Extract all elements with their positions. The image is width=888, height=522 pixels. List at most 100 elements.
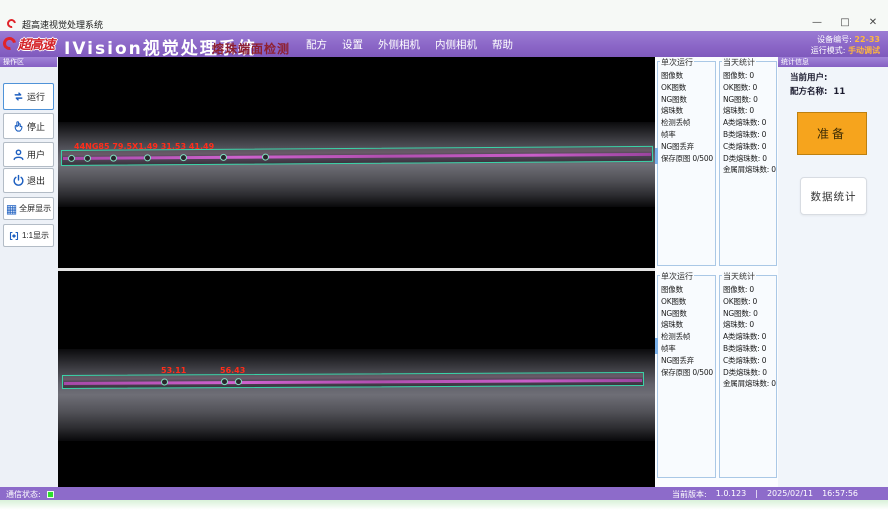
version-value: 1.0.123 [716,489,747,500]
version-label: 当前版本: [672,489,707,500]
groupbox-title: 当天统计 [722,271,756,282]
stat-row: 保存原图 0/500 [661,153,714,165]
today-stats-groupbox: 当天统计 图像数: 0OK图数: 0NG图数: 0熔珠数: 0A类熔珠数: 0B… [719,61,777,266]
stat-row: 金属屑熔珠数: 0 [723,378,775,390]
data-statistics-button[interactable]: 数据统计 [800,177,867,215]
run-button[interactable]: 运行 [3,83,54,110]
recipe-name-label: 配方名称: [790,87,827,97]
single-run-groupbox: 单次运行 图像数OK图数NG图数熔珠数检测丢帧帧率NG图丢弃保存原图 0/500 [657,275,716,478]
brand-swirl-icon [0,34,18,52]
stat-row: 熔珠数: 0 [723,105,775,117]
sidebar-header: 操作区 [0,57,57,67]
stop-button[interactable]: 停止 [3,113,54,139]
bead-marker [144,154,151,161]
stat-row: A类熔珠数: 0 [723,117,775,129]
current-user-row: 当前用户: [790,71,833,83]
groupbox-body: 图像数OK图数NG图数熔珠数检测丢帧帧率NG图丢弃保存原图 0/500 [658,62,715,164]
minimize-button[interactable]: — [808,16,826,30]
stat-row: D类熔珠数: 0 [723,367,775,379]
close-button[interactable]: ✕ [864,16,882,30]
loop-arrows-icon [12,90,25,103]
stat-row: OK图数 [661,82,714,94]
bead-marker [221,378,228,385]
camera2-sheet-image [58,349,655,441]
stat-row: 帧率 [661,343,714,355]
brand-logo-text: 超高速 [18,34,54,53]
stat-row: 图像数 [661,284,714,296]
measurement-annotation: 56.43 [220,366,245,375]
groupbox-body: 图像数: 0OK图数: 0NG图数: 0熔珠数: 0A类熔珠数: 0B类熔珠数:… [720,62,776,176]
exit-button[interactable]: 退出 [3,168,54,193]
camera1-weld-line [63,153,651,160]
user-button-label: 用户 [27,148,45,161]
stat-row: B类熔珠数: 0 [723,343,775,355]
bead-marker [68,155,75,162]
stat-row: NG图丢弃 [661,141,714,153]
stat-row: 金属屑熔珠数: 0 [723,164,775,176]
inner-camera-view: 53.11 56.43 [58,271,655,487]
stat-row: 图像数: 0 [723,284,775,296]
one-to-one-button-label: 1:1显示 [22,230,49,241]
window-titlebar: 超高速视觉处理系统 — □ ✕ [0,0,888,31]
recipe-name-row: 配方名称: 11 [790,85,845,97]
stat-row: 帧率 [661,129,714,141]
splitter-handle[interactable] [655,148,658,164]
groupbox-title: 单次运行 [660,57,694,68]
status-time: 16:57:56 [822,489,858,500]
stat-row: OK图数: 0 [723,296,775,308]
stat-row: B类熔珠数: 0 [723,129,775,141]
one-to-one-button[interactable]: 1:1显示 [3,224,54,247]
menu-item-settings[interactable]: 设置 [342,37,363,52]
menu-item-recipe[interactable]: 配方 [306,37,327,52]
stat-row: 图像数: 0 [723,70,775,82]
one-to-one-icon [8,230,20,242]
menu-item-outer-camera[interactable]: 外侧相机 [378,37,420,52]
fullscreen-button[interactable]: ▦ 全屏显示 [3,197,54,220]
maximize-button[interactable]: □ [836,16,854,30]
stat-row: OK图数: 0 [723,82,775,94]
comm-status-label: 通信状态: [6,489,41,500]
stat-row: 检测丢帧 [661,331,714,343]
comm-status-indicator [47,491,54,498]
outer-camera-view: 44NG85 79.5X1.49 31.53 41.49 [58,57,655,268]
bead-marker [110,155,117,162]
brand-logo: 超高速 [3,34,54,53]
user-button[interactable]: 用户 [3,142,54,167]
status-separator: | [755,489,758,500]
app-logo-icon [5,17,18,30]
window-title: 超高速视觉处理系统 [22,18,103,31]
app-header: 超高速 IVision视觉处理系统 熔珠端面检测 配方 设置 外侧相机 内侧相机… [0,31,888,57]
today-stats-groupbox: 当天统计 图像数: 0OK图数: 0NG图数: 0熔珠数: 0A类熔珠数: 0B… [719,275,777,478]
app-window: 超高速视觉处理系统 — □ ✕ 超高速 IVision视觉处理系统 熔珠端面检测… [0,0,888,522]
menu-item-help[interactable]: 帮助 [492,37,513,52]
status-date: 2025/02/11 [767,489,813,500]
groupbox-title: 当天统计 [722,57,756,68]
recipe-name-value: 11 [833,87,845,97]
bottom-margin [0,500,888,522]
stat-row: C类熔珠数: 0 [723,141,775,153]
stat-row: A类熔珠数: 0 [723,331,775,343]
splitter-handle[interactable] [655,338,658,354]
bead-marker [161,378,168,385]
stat-row: NG图数 [661,94,714,106]
bead-marker [220,154,227,161]
device-id-value: 22-33 [854,35,880,44]
stat-row: 熔珠数 [661,105,714,117]
menu-item-inner-camera[interactable]: 内侧相机 [435,37,477,52]
page-subtitle: 熔珠端面检测 [212,40,290,57]
stat-row: OK图数 [661,296,714,308]
stat-row: C类熔珠数: 0 [723,355,775,367]
current-user-label: 当前用户: [790,73,827,83]
stat-row: 熔珠数: 0 [723,319,775,331]
bead-marker [235,378,242,385]
camera2-weld-line [64,379,642,385]
prepare-button[interactable]: 准备 [797,112,867,155]
status-bar: 通信状态: 当前版本: 1.0.123 | 2025/02/11 16:57:5… [0,487,888,500]
fullscreen-button-label: 全屏显示 [19,203,51,214]
exit-button-label: 退出 [27,174,45,187]
stat-row: NG图数 [661,308,714,320]
stat-row: 熔珠数 [661,319,714,331]
right-panel-header: 统计信息 [778,57,888,67]
bead-marker [262,154,269,161]
power-icon [12,174,25,187]
